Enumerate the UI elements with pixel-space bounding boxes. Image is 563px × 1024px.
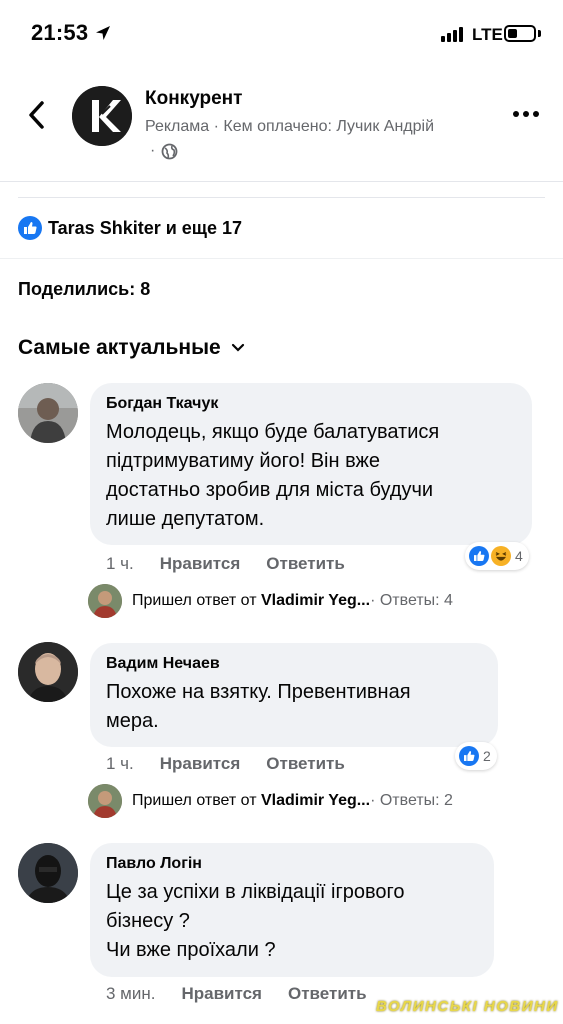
comment-actions: 1 ч. Нравится Ответить: [106, 554, 345, 574]
reply-text: Пришел ответ от Vladimir Yeg...: [132, 592, 371, 609]
location-arrow-icon: [96, 26, 110, 40]
dot-icon: [513, 111, 519, 117]
sponsored-label: Реклама · Кем оплачено: Лучик Андрій: [145, 118, 434, 135]
like-button[interactable]: Нравится: [160, 754, 241, 774]
replies-preview[interactable]: Пришел ответ от Vladimir Yeg... · Ответы…: [88, 584, 453, 618]
sort-label: Самые актуальные: [18, 336, 221, 359]
chevron-left-icon: [29, 101, 44, 129]
comment-actions: 1 ч. Нравится Ответить: [106, 754, 345, 774]
signal-icon: [441, 26, 467, 42]
comment-time: 1 ч.: [106, 554, 134, 573]
battery-icon: [504, 25, 536, 42]
comment-sort-dropdown[interactable]: Самые актуальные: [18, 336, 245, 360]
comment-bubble: Вадим Нечаев Похоже на взятку. Превентив…: [90, 643, 498, 747]
reaction-count: 4: [515, 548, 523, 564]
haha-reaction-icon: [491, 546, 511, 566]
comment-time: 1 ч.: [106, 754, 134, 773]
user-photo-icon: [18, 843, 78, 903]
reply-button[interactable]: Ответить: [266, 754, 345, 774]
reply-button[interactable]: Ответить: [266, 554, 345, 574]
chevron-down-icon: [231, 343, 244, 352]
avatar: [88, 584, 122, 618]
comment-author[interactable]: Павло Логін: [106, 855, 478, 873]
battery-tip: [538, 30, 541, 37]
watermark: ВОЛИНСЬКІ НОВИНИ: [376, 998, 559, 1015]
dot-separator: ·: [150, 142, 156, 159]
comment-reactions[interactable]: 4: [465, 542, 529, 570]
avatar: [88, 784, 122, 818]
k-logo-icon: [72, 86, 132, 146]
comment-text: Це за успіхи в ліквідації ігрового бізне…: [106, 881, 405, 961]
avatar[interactable]: [18, 383, 78, 443]
like-button[interactable]: Нравится: [160, 554, 241, 574]
dot-icon: [533, 111, 539, 117]
comment-reactions[interactable]: 2: [455, 742, 497, 770]
comment-text: Молодець, якщо буде балатуватися підтрим…: [106, 421, 440, 530]
globe-icon: [161, 143, 178, 159]
back-button[interactable]: [22, 98, 50, 132]
page-name[interactable]: Конкурент: [145, 88, 242, 110]
status-bar: 21:53 LTE: [0, 0, 563, 62]
network-type: LTE: [472, 25, 503, 44]
comment-author[interactable]: Богдан Ткачук: [106, 395, 516, 413]
replies-preview[interactable]: Пришел ответ от Vladimir Yeg... · Ответы…: [88, 784, 453, 818]
comment-text: Похоже на взятку. Превентивная мера.: [106, 681, 411, 732]
reactions-text: Taras Shkiter и еще 17: [48, 217, 243, 238]
avatar[interactable]: [18, 843, 78, 903]
reply-button[interactable]: Ответить: [288, 984, 367, 1004]
page-logo-avatar[interactable]: [72, 86, 132, 146]
reply-text: Пришел ответ от Vladimir Yeg...: [132, 792, 371, 809]
reply-count: · Ответы: 2: [370, 792, 453, 809]
avatar[interactable]: [18, 642, 78, 702]
comment-actions: 3 мин. Нравится Ответить: [106, 984, 367, 1004]
user-photo-icon: [88, 584, 122, 618]
comment-author[interactable]: Вадим Нечаев: [106, 655, 482, 673]
more-options-button[interactable]: [508, 104, 544, 124]
dot-icon: [523, 111, 529, 117]
divider: [18, 197, 545, 198]
like-reaction-icon: [459, 746, 479, 766]
status-time: 21:53: [31, 20, 89, 45]
reaction-count: 2: [483, 748, 491, 764]
comment-time: 3 мин.: [106, 984, 156, 1003]
comment-bubble: Богдан Ткачук Молодець, якщо буде балату…: [90, 383, 532, 545]
reactions-summary[interactable]: Taras Shkiter и еще 17: [18, 214, 242, 242]
sponsored-meta: ·: [150, 142, 178, 160]
like-button[interactable]: Нравится: [181, 984, 262, 1004]
divider: [0, 258, 563, 259]
reply-count: · Ответы: 4: [370, 592, 453, 609]
user-photo-icon: [18, 383, 78, 443]
shares-count[interactable]: Поделились: 8: [18, 279, 150, 300]
user-photo-icon: [18, 642, 78, 702]
comment-bubble: Павло Логін Це за успіхи в ліквідації іг…: [90, 843, 494, 977]
like-reaction-icon: [469, 546, 489, 566]
post-header: Конкурент Реклама · Кем оплачено: Лучик …: [0, 62, 563, 182]
user-photo-icon: [88, 784, 122, 818]
like-reaction-icon: [18, 216, 42, 240]
